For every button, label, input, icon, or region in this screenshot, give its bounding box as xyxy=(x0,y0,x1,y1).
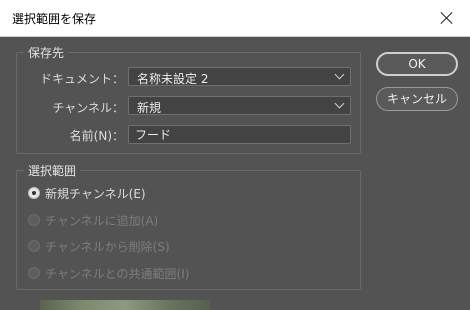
window-title: 選択範囲を保存 xyxy=(12,12,97,26)
channel-select[interactable]: 新規 xyxy=(128,96,351,115)
chevron-down-icon xyxy=(334,98,345,109)
operation-group-label: 選択範囲 xyxy=(24,162,81,179)
document-label: ドキュメント： xyxy=(39,72,124,86)
radio-button-disabled xyxy=(28,267,40,279)
radio-label-new-channel: 新規チャンネル(E) xyxy=(45,187,146,201)
radio-label-add-to-channel: チャンネルに追加(A) xyxy=(45,214,159,228)
ok-button[interactable]: OK xyxy=(376,52,458,76)
document-select[interactable]: 名称未設定 2 xyxy=(128,67,351,86)
radio-button-checked[interactable] xyxy=(28,187,40,199)
title-bar: 選択範囲を保存 xyxy=(0,0,470,37)
radio-button-disabled xyxy=(28,214,40,226)
document-select-value: 名称未設定 2 xyxy=(137,72,209,86)
radio-button-disabled xyxy=(28,240,40,252)
background-image-strip xyxy=(40,300,210,310)
name-label: 名前(N)： xyxy=(69,129,124,143)
channel-label: チャンネル： xyxy=(52,101,124,115)
channel-select-value: 新規 xyxy=(137,101,162,115)
destination-group-label: 保存先 xyxy=(24,44,69,61)
radio-label-subtract-from-channel: チャンネルから削除(S) xyxy=(45,240,170,254)
chevron-down-icon xyxy=(334,69,345,80)
close-icon[interactable] xyxy=(438,9,456,27)
name-field[interactable] xyxy=(128,125,351,144)
radio-label-intersect-with-channel: チャンネルとの共通範囲(I) xyxy=(45,267,190,281)
cancel-button[interactable]: キャンセル xyxy=(376,87,458,111)
